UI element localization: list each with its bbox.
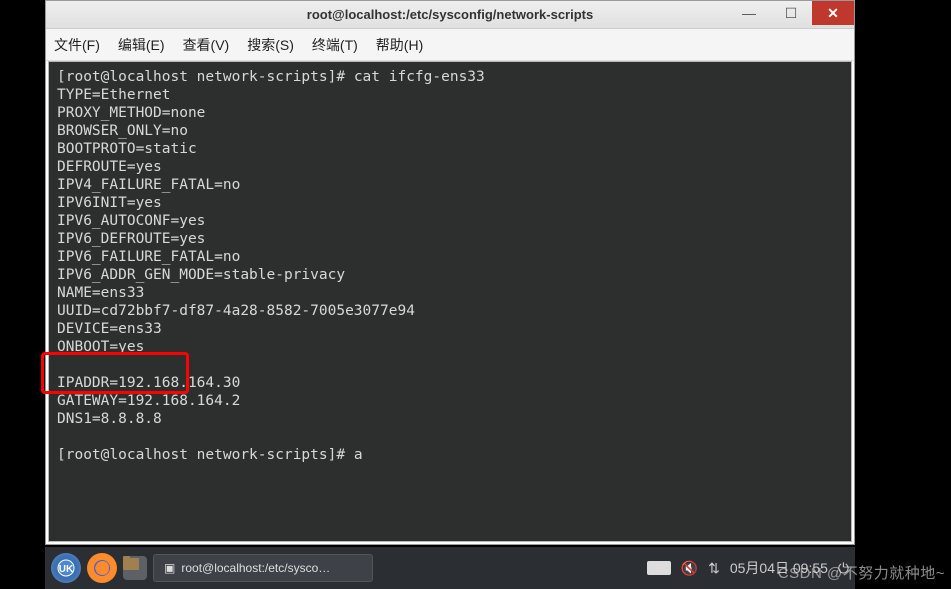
output-line: IPV6_AUTOCONF=yes	[57, 213, 205, 229]
output-line: NAME=ens33	[57, 285, 144, 301]
output-line: DEVICE=ens33	[57, 321, 162, 337]
output-line: BROWSER_ONLY=no	[57, 123, 188, 139]
output-line: GATEWAY=192.168.164.2	[57, 393, 240, 409]
menu-edit[interactable]: 编辑(E)	[118, 35, 165, 55]
menu-terminal[interactable]: 终端(T)	[312, 35, 358, 55]
command-text: a	[354, 447, 363, 463]
taskbar-active-window[interactable]: ▣ root@localhost:/etc/sysco…	[153, 554, 373, 582]
terminal-viewport[interactable]: [root@localhost network-scripts]# cat if…	[48, 61, 852, 542]
output-line: IPV4_FAILURE_FATAL=no	[57, 177, 240, 193]
output-line: DEFROUTE=yes	[57, 159, 162, 175]
svg-text:UK: UK	[59, 564, 74, 575]
prompt: [root@localhost network-scripts]#	[57, 69, 354, 85]
output-line: DNS1=8.8.8.8	[57, 411, 162, 427]
window-title: root@localhost:/etc/sysconfig/network-sc…	[307, 7, 593, 22]
output-line: PROXY_METHOD=none	[57, 105, 205, 121]
titlebar[interactable]: root@localhost:/etc/sysconfig/network-sc…	[46, 1, 854, 29]
output-line: IPV6_ADDR_GEN_MODE=stable-privacy	[57, 267, 345, 283]
close-button[interactable]: ✕	[812, 1, 854, 25]
menu-view[interactable]: 查看(V)	[183, 35, 230, 55]
power-icon[interactable]: ⏻	[838, 560, 849, 577]
input-method-icon[interactable]	[647, 561, 671, 575]
output-line: ONBOOT=yes	[57, 339, 144, 355]
output-line: TYPE=Ethernet	[57, 87, 171, 103]
menu-search[interactable]: 搜索(S)	[247, 35, 294, 55]
volume-muted-icon[interactable]: 🔇	[681, 560, 698, 577]
file-manager-icon[interactable]	[123, 556, 147, 580]
network-icon[interactable]: ⇅	[708, 560, 720, 577]
maximize-button[interactable]: ☐	[770, 1, 812, 25]
terminal-icon: ▣	[164, 561, 175, 575]
menu-file[interactable]: 文件(F)	[54, 35, 100, 55]
output-line: IPV6_FAILURE_FATAL=no	[57, 249, 240, 265]
task-label: root@localhost:/etc/sysco…	[181, 561, 330, 575]
output-line: IPV6INIT=yes	[57, 195, 162, 211]
output-line: UUID=cd72bbf7-df87-4a28-8582-7005e3077e9…	[57, 303, 415, 319]
output-line: IPADDR=192.168.164.30	[57, 375, 240, 391]
menubar: 文件(F) 编辑(E) 查看(V) 搜索(S) 终端(T) 帮助(H)	[46, 29, 854, 61]
taskbar: UK ▣ root@localhost:/etc/sysco… 🔇 ⇅ 05月0…	[45, 547, 855, 589]
prompt: [root@localhost network-scripts]#	[57, 447, 354, 463]
output-line: IPV6_DEFROUTE=yes	[57, 231, 205, 247]
clock[interactable]: 05月04日 09:55	[730, 558, 828, 578]
firefox-icon[interactable]	[87, 553, 117, 583]
menu-help[interactable]: 帮助(H)	[376, 35, 423, 55]
app-launcher-icon[interactable]: UK	[51, 553, 81, 583]
system-tray: 🔇 ⇅ 05月04日 09:55 ⏻	[647, 558, 849, 578]
terminal-window: root@localhost:/etc/sysconfig/network-sc…	[45, 0, 855, 545]
minimize-button[interactable]: —	[728, 1, 770, 25]
command-text: cat ifcfg-ens33	[354, 69, 485, 85]
output-line: BOOTPROTO=static	[57, 141, 197, 157]
window-controls: — ☐ ✕	[728, 1, 854, 25]
